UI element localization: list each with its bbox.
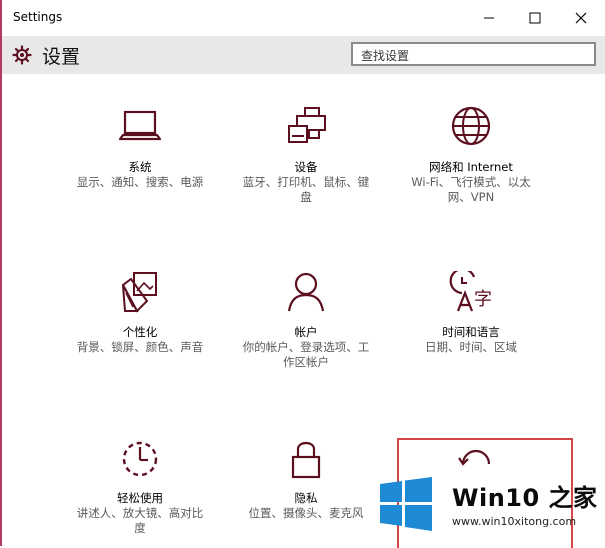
person-icon xyxy=(287,272,325,312)
lock-icon xyxy=(291,441,321,479)
tile-system[interactable]: 系统 显示、通知、搜索、电源 xyxy=(65,106,215,190)
tile-name: 个性化 xyxy=(122,325,158,339)
time-language-icon: 字 xyxy=(449,271,492,312)
minimize-icon xyxy=(484,17,494,19)
close-icon xyxy=(575,12,587,24)
svg-text:字: 字 xyxy=(474,289,492,310)
tile-name: 帐户 xyxy=(294,325,318,339)
watermark: Win10 之家 www.win10xitong.com xyxy=(374,474,605,546)
watermark-title: Win10 之家 xyxy=(452,484,598,512)
tile-accounts[interactable]: 帐户 你的帐户、登录选项、工作区帐户 xyxy=(231,271,381,370)
watermark-url: www.win10xitong.com xyxy=(452,515,577,528)
search-placeholder: 查找设置 xyxy=(361,49,410,63)
tile-name: 轻松使用 xyxy=(117,491,163,505)
tile-network[interactable]: 网络和 Internet Wi-Fi、飞行模式、以太网、VPN xyxy=(396,106,546,205)
settings-header: 设置 查找设置 xyxy=(2,36,605,74)
ease-of-access-icon xyxy=(122,441,158,477)
title-bar: Settings xyxy=(2,0,605,36)
refresh-icon xyxy=(458,449,491,466)
gear-icon xyxy=(12,45,32,65)
tile-description: Wi-Fi、飞行模式、以太网、VPN xyxy=(411,175,531,204)
window-title: Settings xyxy=(13,10,63,24)
search-input[interactable]: 查找设置 xyxy=(351,42,596,66)
tile-description: 日期、时间、区域 xyxy=(425,340,517,354)
page-title: 设置 xyxy=(42,46,81,68)
personalization-icon xyxy=(121,272,157,313)
tile-description: 背景、锁屏、颜色、声音 xyxy=(76,340,204,354)
tile-name: 设备 xyxy=(294,160,318,174)
tile-name: 系统 xyxy=(128,160,152,174)
tile-description: 位置、摄像头、麦克风 xyxy=(248,506,364,520)
globe-icon xyxy=(451,106,491,146)
close-button[interactable] xyxy=(558,0,604,36)
laptop-icon xyxy=(118,110,162,141)
minimize-button[interactable] xyxy=(466,0,512,36)
maximize-icon xyxy=(529,12,541,24)
tile-devices[interactable]: 设备 蓝牙、打印机、鼠标、键盘 xyxy=(231,106,381,205)
windows-logo-icon xyxy=(380,477,432,531)
tile-name: 网络和 Internet xyxy=(429,160,513,174)
tile-ease-of-access[interactable]: 轻松使用 讲述人、放大镜、高对比度 xyxy=(65,437,215,536)
tile-name: 时间和语言 xyxy=(442,325,500,339)
devices-icon xyxy=(288,107,326,143)
tile-time-language[interactable]: 字 时间和语言 日期、时间、区域 xyxy=(396,271,546,355)
tile-description: 你的帐户、登录选项、工作区帐户 xyxy=(242,340,370,369)
maximize-button[interactable] xyxy=(512,0,558,36)
tile-name: 隐私 xyxy=(294,491,318,505)
tile-privacy[interactable]: 隐私 位置、摄像头、麦克风 xyxy=(231,437,381,521)
tile-description: 显示、通知、搜索、电源 xyxy=(76,175,204,189)
tile-description: 蓝牙、打印机、鼠标、键盘 xyxy=(242,175,370,204)
tile-description: 讲述人、放大镜、高对比度 xyxy=(76,506,204,535)
settings-window: Settings 设置 查找设置 系统 显示、通知、搜索、电源 设备 蓝牙、打印… xyxy=(0,0,605,548)
tile-personalization[interactable]: 个性化 背景、锁屏、颜色、声音 xyxy=(65,271,215,355)
